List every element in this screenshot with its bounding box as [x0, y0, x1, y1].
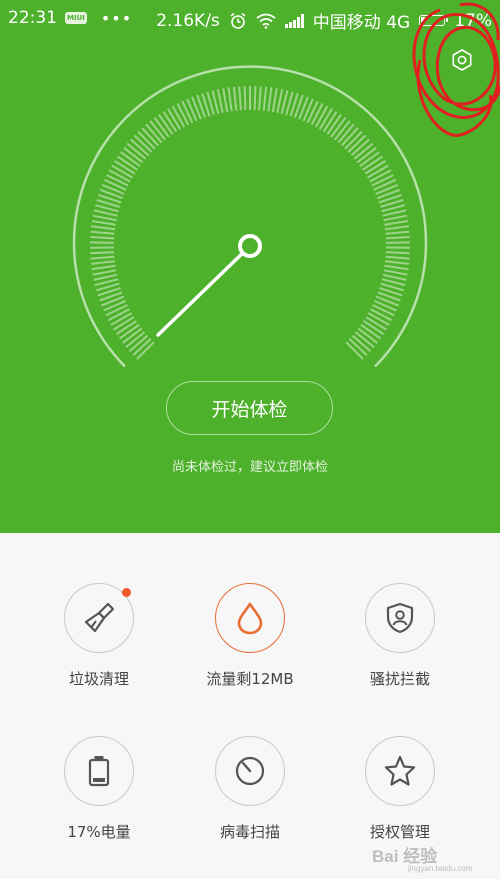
drop-icon: [237, 602, 263, 635]
virus-scan-icon: [235, 756, 265, 786]
gauge-tick: [171, 105, 186, 128]
gauge-tick: [306, 100, 319, 124]
gauge-tick: [385, 236, 410, 240]
gauge-tick: [93, 209, 118, 217]
tool-label: 病毒扫描: [219, 823, 280, 841]
gauge-tick: [258, 86, 262, 111]
gauge-hub: [238, 234, 262, 258]
gauge-tick: [267, 87, 273, 112]
gauge-ticks: [89, 86, 411, 360]
gauge-tick: [382, 273, 407, 281]
gauge-tick: [370, 308, 393, 322]
permission-management-button[interactable]: [365, 736, 435, 806]
gauge-tick: [385, 255, 410, 260]
virus-scan-button[interactable]: [215, 736, 285, 806]
gauge-tick: [374, 299, 397, 312]
gauge-tick: [366, 164, 389, 179]
gauge-tick: [93, 273, 118, 281]
header-panel: 22:31 MIUI ••• 2.16K/s 中国移动 4G 17% 开始体检 …: [0, 0, 500, 533]
battery-button[interactable]: [64, 736, 134, 806]
gauge-tick: [113, 316, 135, 331]
gauge-tick: [385, 251, 410, 255]
gauge-tick: [108, 169, 131, 183]
gauge-tick: [383, 214, 408, 222]
gauge-tick: [262, 86, 268, 111]
gauge-tick: [276, 89, 284, 114]
star-icon: [384, 755, 416, 786]
gauge-tick: [91, 220, 116, 226]
data-usage-button[interactable]: [215, 583, 285, 653]
gauge-tick: [232, 86, 238, 111]
gauge-tick: [253, 86, 257, 111]
gauge-tick: [216, 89, 224, 114]
gauge-tick: [91, 225, 116, 231]
gauge-tick: [106, 174, 129, 187]
gauge-tick: [92, 214, 117, 222]
tool-harassment-block[interactable]: 骚扰拦截: [330, 583, 470, 708]
settings-gear-icon[interactable]: [449, 47, 475, 73]
gauge-tick: [238, 86, 242, 111]
shield-user-icon: [386, 602, 414, 634]
gauge-tick: [384, 260, 410, 265]
gauge-tick: [382, 209, 407, 217]
gauge-tick: [365, 316, 387, 331]
gauge-tick: [92, 269, 117, 276]
watermark-sub: jingyan.baidu.com: [408, 864, 473, 873]
gauge-tick: [90, 260, 116, 265]
gauge-needle: [156, 244, 252, 337]
gauge-tick: [89, 241, 115, 244]
gauge-tick: [103, 178, 127, 191]
gauge-tick: [385, 230, 410, 235]
gauge-tick: [310, 102, 324, 126]
notification-badge: [122, 588, 131, 597]
gauge-tick: [367, 312, 390, 326]
gauge-tick: [243, 86, 247, 111]
gauge-tick: [176, 102, 190, 126]
gauge-tick: [103, 299, 126, 312]
harassment-block-button[interactable]: [365, 583, 435, 653]
gauge-tick: [91, 264, 116, 271]
gauge-tick: [227, 87, 233, 112]
tool-data-usage[interactable]: 流量剩12MB: [180, 583, 320, 708]
tool-virus-scan[interactable]: 病毒扫描: [180, 736, 320, 861]
tool-label: 流量剩12MB: [206, 670, 294, 688]
gauge-tick: [107, 308, 130, 322]
gauge-tick: [384, 264, 409, 271]
gauge-tick: [167, 108, 182, 130]
gauge-tick: [384, 220, 409, 226]
gauge-tick: [110, 312, 133, 326]
tool-label: 垃圾清理: [68, 670, 129, 688]
gauge-tick: [90, 236, 115, 240]
gauge-tick: [369, 169, 392, 183]
tool-junk-cleanup[interactable]: 垃圾清理: [29, 583, 169, 708]
gauge-tick: [90, 255, 115, 260]
gauge-tick: [105, 304, 128, 317]
gauge-dial: [72, 65, 428, 368]
gauge-tick: [384, 225, 409, 231]
battery-icon: [88, 756, 110, 787]
tool-label: 17%电量: [67, 823, 131, 841]
tool-battery[interactable]: 17%电量: [29, 736, 169, 861]
gauge-tick: [318, 108, 333, 130]
gauge-tick: [111, 164, 134, 179]
gauge-tick: [90, 251, 115, 255]
gauge-tick: [181, 100, 194, 124]
gauge-tick: [314, 105, 329, 128]
tool-label: 骚扰拦截: [369, 670, 430, 688]
gauge-tick: [222, 88, 229, 113]
baidu-watermark: Bai 经验 jingyan.baidu.com: [372, 838, 497, 876]
checkup-hint: 尚未体检过，建议立即体检: [171, 460, 328, 475]
gauge-tick: [385, 241, 411, 244]
gauge-tick: [372, 304, 395, 317]
gauge-tick: [373, 178, 397, 191]
broom-icon: [84, 602, 115, 633]
gauge-tick: [371, 174, 394, 187]
start-checkup-button[interactable]: 开始体检: [166, 381, 333, 435]
gauge-tick: [271, 88, 278, 113]
gauge-tick: [90, 230, 115, 235]
gauge-tick: [383, 269, 408, 276]
